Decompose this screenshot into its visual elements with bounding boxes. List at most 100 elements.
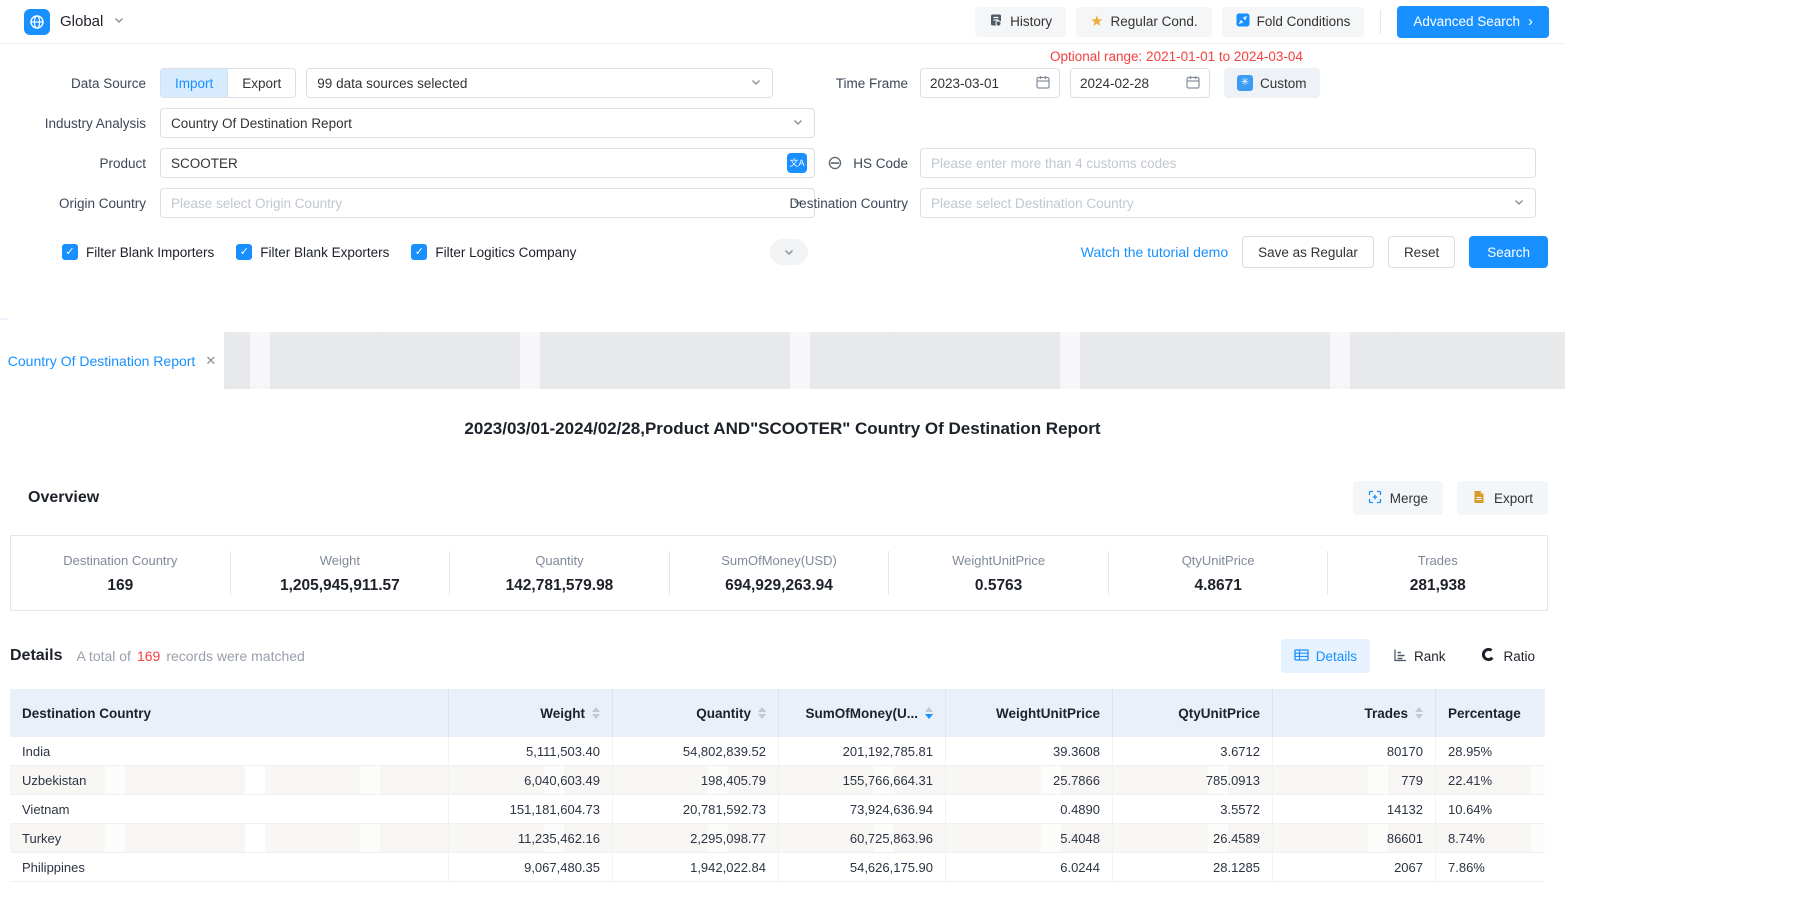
import-segment[interactable]: Import xyxy=(161,69,227,97)
table-row-india: India 5,111,503.40 54,802,839.52 201,192… xyxy=(10,737,1545,766)
details-table: Destination Country Weight Quantity SumO… xyxy=(10,689,1545,882)
cell-weight-unit-price: 25.7866 xyxy=(945,766,1112,795)
chevron-down-icon xyxy=(1513,196,1525,211)
sort-icon xyxy=(1415,707,1423,719)
matched-suffix: records were matched xyxy=(166,648,305,664)
cell-qty-unit-price: 3.6712 xyxy=(1112,737,1272,766)
view-rank-button[interactable]: Rank xyxy=(1380,639,1459,673)
divider xyxy=(1380,10,1381,34)
col-weight-unit-price: WeightUnitPrice xyxy=(945,689,1112,737)
tab-country-of-destination-report[interactable]: Country Of Destination Report ✕ xyxy=(0,332,225,389)
fold-conditions-button[interactable]: Fold Conditions xyxy=(1222,7,1365,37)
globe-icon xyxy=(24,9,50,35)
cell-weight: 6,040,603.49 xyxy=(448,766,612,795)
col-label: WeightUnitPrice xyxy=(996,706,1100,721)
close-icon[interactable]: ✕ xyxy=(205,354,216,367)
view-details-button[interactable]: Details xyxy=(1281,639,1370,673)
form-row-industry: Industry Analysis Country Of Destination… xyxy=(0,108,1565,138)
table-row-turkey: Turkey 11,235,462.16 2,295,098.77 60,725… xyxy=(10,824,1545,853)
industry-analysis-value: Country Of Destination Report xyxy=(171,116,352,131)
table-row-uzbekistan: Uzbekistan 6,040,603.49 198,405.79 155,7… xyxy=(10,766,1545,795)
destination-country-select[interactable]: Please select Destination Country xyxy=(920,188,1536,218)
stat-weight: Weight 1,205,945,911.57 xyxy=(230,551,450,595)
col-weight-sortable[interactable]: Weight xyxy=(448,689,612,737)
cell-percentage: 8.74% xyxy=(1435,824,1545,853)
merge-button[interactable]: Merge xyxy=(1353,481,1443,515)
calendar-icon xyxy=(1036,75,1050,92)
tutorial-link[interactable]: Watch the tutorial demo xyxy=(1081,244,1228,260)
custom-icon: ✳ xyxy=(1237,75,1253,91)
stat-value: 281,938 xyxy=(1328,577,1547,595)
stat-value: 0.5763 xyxy=(889,577,1108,595)
optional-range-text: Optional range: 2021-01-01 to 2024-03-04 xyxy=(1050,49,1303,64)
col-quantity-sortable[interactable]: Quantity xyxy=(612,689,778,737)
cell-trades: 86601 xyxy=(1272,824,1435,853)
sort-icon xyxy=(758,707,766,719)
stat-label: WeightUnitPrice xyxy=(889,553,1108,568)
industry-analysis-label: Industry Analysis xyxy=(0,116,160,131)
export-button[interactable]: Export xyxy=(1457,481,1548,515)
end-date-picker[interactable]: 2024-02-28 xyxy=(1070,68,1210,98)
reset-button[interactable]: Reset xyxy=(1388,236,1455,268)
history-button[interactable]: History xyxy=(975,7,1066,37)
advanced-search-button[interactable]: Advanced Search › xyxy=(1397,6,1549,38)
cell-trades: 779 xyxy=(1272,766,1435,795)
cell-percentage: 7.86% xyxy=(1435,853,1545,882)
filter-label: Filter Blank Exporters xyxy=(260,245,389,260)
details-header: Details A total of169records were matche… xyxy=(0,639,1565,673)
search-form: Optional range: 2021-01-01 to 2024-03-04… xyxy=(0,44,1565,318)
cell-country: Vietnam xyxy=(10,795,448,824)
history-label: History xyxy=(1010,14,1052,29)
cell-percentage: 22.41% xyxy=(1435,766,1545,795)
stat-trades: Trades 281,938 xyxy=(1327,551,1547,595)
cell-qty-unit-price: 785.0913 xyxy=(1112,766,1272,795)
time-frame-group: Time Frame 2023-03-01 2024-02-28 ✳ C xyxy=(782,68,1320,98)
cell-qty-unit-price: 26.4589 xyxy=(1112,824,1272,853)
save-as-regular-button[interactable]: Save as Regular xyxy=(1242,236,1374,268)
cell-sum: 201,192,785.81 xyxy=(778,737,945,766)
col-sum-of-money-sortable[interactable]: SumOfMoney(U... xyxy=(778,689,945,737)
merge-icon xyxy=(1368,490,1382,507)
report-content: 2023/03/01-2024/02/28,Product AND"SCOOTE… xyxy=(0,419,1565,882)
stat-value: 4.8671 xyxy=(1109,577,1328,595)
search-button[interactable]: Search xyxy=(1469,236,1548,268)
export-segment[interactable]: Export xyxy=(227,69,295,97)
cell-trades: 14132 xyxy=(1272,795,1435,824)
filter-blank-exporters-checkbox[interactable]: ✓ Filter Blank Exporters xyxy=(236,244,389,260)
custom-range-button[interactable]: ✳ Custom xyxy=(1224,68,1320,98)
regular-cond-button[interactable]: ★ Regular Cond. xyxy=(1076,7,1212,37)
tab-bar: Country Of Destination Report ✕ xyxy=(0,332,1565,389)
start-date-picker[interactable]: 2023-03-01 xyxy=(920,68,1060,98)
view-ratio-button[interactable]: Ratio xyxy=(1468,639,1548,673)
stat-value: 142,781,579.98 xyxy=(450,577,669,595)
overview-actions: Merge Export xyxy=(1353,481,1548,515)
collapse-conditions-button[interactable] xyxy=(770,239,808,265)
top-bar: Global History ★ Regular Cond. Fold Cond… xyxy=(0,0,1565,44)
hs-code-input[interactable] xyxy=(920,148,1536,178)
view-rank-label: Rank xyxy=(1414,649,1446,664)
origin-country-select[interactable]: Please select Origin Country xyxy=(160,188,815,218)
cell-country: Philippines xyxy=(10,853,448,882)
stat-label: SumOfMoney(USD) xyxy=(670,553,889,568)
stat-sum-of-money: SumOfMoney(USD) 694,929,263.94 xyxy=(669,551,889,595)
table-row-vietnam: Vietnam 151,181,604.73 20,781,592.73 73,… xyxy=(10,795,1545,824)
cell-sum: 73,924,636.94 xyxy=(778,795,945,824)
matched-prefix: A total of xyxy=(76,648,130,664)
export-label: Export xyxy=(1494,491,1533,506)
filter-logitics-company-checkbox[interactable]: ✓ Filter Logitics Company xyxy=(411,244,576,260)
sort-icon xyxy=(592,707,600,719)
chevron-down-icon xyxy=(113,13,125,31)
region-selector[interactable]: Global xyxy=(24,9,125,35)
data-sources-select[interactable]: 99 data sources selected xyxy=(306,68,773,98)
stat-qty-unit-price: QtyUnitPrice 4.8671 xyxy=(1108,551,1328,595)
industry-analysis-select[interactable]: Country Of Destination Report xyxy=(160,108,815,138)
filter-blank-importers-checkbox[interactable]: ✓ Filter Blank Importers xyxy=(62,244,214,260)
view-ratio-label: Ratio xyxy=(1503,649,1535,664)
import-export-toggle[interactable]: Import Export xyxy=(160,68,296,98)
stat-label: Destination Country xyxy=(11,553,230,568)
chevron-down-icon xyxy=(792,116,804,131)
col-trades-sortable[interactable]: Trades xyxy=(1272,689,1435,737)
origin-country-label: Origin Country xyxy=(0,196,160,211)
product-input[interactable] xyxy=(160,148,815,178)
region-label: Global xyxy=(60,13,103,30)
